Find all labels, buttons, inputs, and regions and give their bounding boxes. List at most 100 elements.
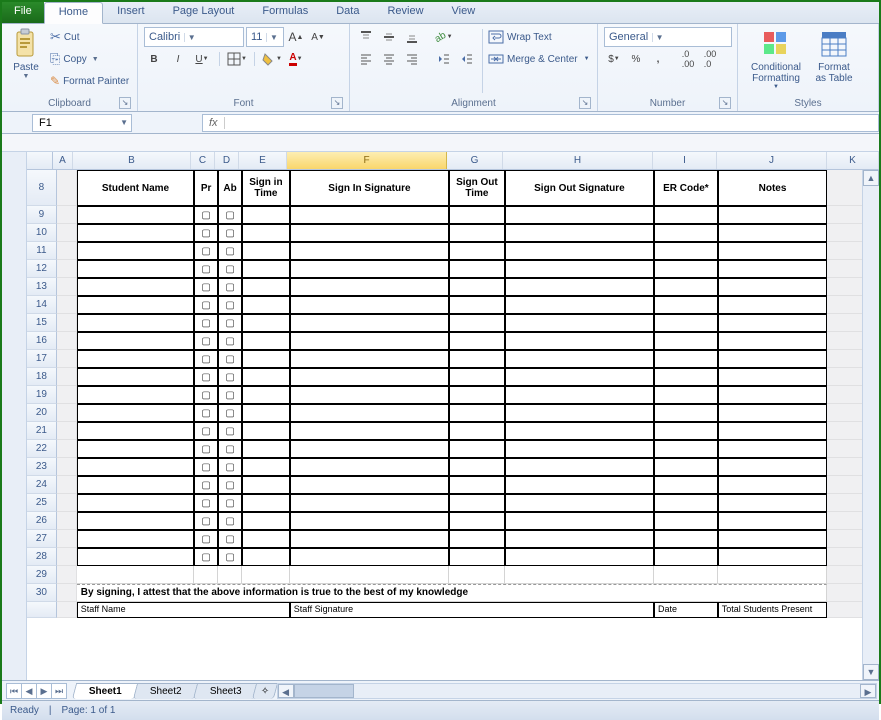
cut-button[interactable]: Cut [48,26,131,48]
cell[interactable] [57,368,77,386]
cell-er-code[interactable] [654,404,718,422]
cell-signout-sig[interactable] [505,404,654,422]
cell-absent-checkbox[interactable] [218,368,242,386]
scroll-right-button[interactable]: ▶ [860,684,876,698]
cell-student-name[interactable] [77,476,194,494]
cell-signout-time[interactable] [449,206,505,224]
cell-er-code[interactable] [654,350,718,368]
cell-present-checkbox[interactable] [194,494,218,512]
number-format-combo[interactable]: General▼ [604,27,732,47]
cell[interactable] [194,566,218,584]
font-size-combo[interactable]: 11▼ [246,27,284,47]
cell-notes[interactable] [718,386,827,404]
cell[interactable] [57,260,77,278]
tab-data[interactable]: Data [322,2,373,23]
cell-absent-checkbox[interactable] [218,530,242,548]
row-header[interactable]: 18 [27,368,57,386]
cell-signin-sig[interactable] [290,260,449,278]
cell-signout-time[interactable] [449,242,505,260]
row-header[interactable]: 28 [27,548,57,566]
cell[interactable] [57,296,77,314]
cell-present-checkbox[interactable] [194,278,218,296]
cell-notes[interactable] [718,530,827,548]
cell-signout-sig[interactable] [505,548,654,566]
cell-signin-sig[interactable] [290,296,449,314]
cell-er-code[interactable] [654,494,718,512]
row-header[interactable]: 9 [27,206,57,224]
cell[interactable] [57,404,77,422]
cell-notes[interactable] [718,458,827,476]
bold-button[interactable]: B [144,49,164,69]
cell-signout-time[interactable] [449,368,505,386]
underline-button[interactable]: U▼ [192,49,212,69]
align-middle-button[interactable] [379,27,399,47]
cell-signout-time[interactable] [449,224,505,242]
cell[interactable] [57,494,77,512]
cell-notes[interactable] [718,206,827,224]
cell-absent-checkbox[interactable] [218,440,242,458]
cell-notes[interactable] [718,368,827,386]
cell-er-code[interactable] [654,224,718,242]
cell-signin-sig[interactable] [290,494,449,512]
footer-total[interactable]: Total Students Present [718,602,828,618]
row-header[interactable]: 23 [27,458,57,476]
cell-absent-checkbox[interactable] [218,350,242,368]
cell-signin-time[interactable] [242,260,290,278]
row-header[interactable]: 14 [27,296,57,314]
cell-er-code[interactable] [654,422,718,440]
cell-signout-time[interactable] [449,494,505,512]
cell-notes[interactable] [718,476,827,494]
cell[interactable] [57,458,77,476]
percent-button[interactable]: % [626,49,646,69]
cell-signin-sig[interactable] [290,314,449,332]
cell-present-checkbox[interactable] [194,440,218,458]
align-left-button[interactable] [356,49,376,69]
cell-signout-sig[interactable] [505,386,654,404]
cell-signin-sig[interactable] [290,512,449,530]
row-header[interactable]: 19 [27,386,57,404]
header-d[interactable]: Ab [218,170,242,206]
tab-page-layout[interactable]: Page Layout [159,2,249,23]
scroll-down-button[interactable]: ▼ [863,664,879,680]
clipboard-launcher[interactable]: ↘ [119,97,131,109]
cell-present-checkbox[interactable] [194,242,218,260]
cell-signout-time[interactable] [449,332,505,350]
cell-er-code[interactable] [654,296,718,314]
cell-signin-sig[interactable] [290,224,449,242]
scrollbar-thumb[interactable] [294,684,354,698]
vertical-scrollbar[interactable]: ▲ ▼ [862,170,879,680]
cell-signin-sig[interactable] [290,422,449,440]
cell-signin-time[interactable] [242,512,290,530]
italic-button[interactable]: I [168,49,188,69]
cell-notes[interactable] [718,440,827,458]
row-header[interactable]: 30 [27,584,57,602]
name-box[interactable]: F1▼ [32,114,132,132]
paste-button[interactable]: Paste ▼ [6,26,46,82]
col-header-K[interactable]: K [827,152,879,169]
orientation-button[interactable]: ab▼ [434,27,454,47]
cell[interactable] [57,584,77,602]
cell-signout-sig[interactable] [505,314,654,332]
cell-present-checkbox[interactable] [194,368,218,386]
cell-notes[interactable] [718,404,827,422]
cell-student-name[interactable] [77,206,194,224]
cell-signout-sig[interactable] [505,494,654,512]
col-header-I[interactable]: I [653,152,717,169]
cell-signin-time[interactable] [242,494,290,512]
font-color-button[interactable]: A▼ [286,49,306,69]
cell-student-name[interactable] [77,224,194,242]
cell-present-checkbox[interactable] [194,260,218,278]
cell-signin-sig[interactable] [290,548,449,566]
cell-signin-time[interactable] [242,278,290,296]
cell-student-name[interactable] [77,296,194,314]
col-header-D[interactable]: D [215,152,239,169]
cell-signout-sig[interactable] [505,530,654,548]
cell-signin-time[interactable] [242,368,290,386]
header-c[interactable]: Pr [194,170,218,206]
cell-signin-sig[interactable] [290,458,449,476]
cell-signin-time[interactable] [242,296,290,314]
row-header[interactable]: 12 [27,260,57,278]
copy-button[interactable]: Copy▼ [48,48,131,70]
row-header[interactable] [27,602,57,618]
footer-staff-name[interactable]: Staff Name [77,602,290,618]
